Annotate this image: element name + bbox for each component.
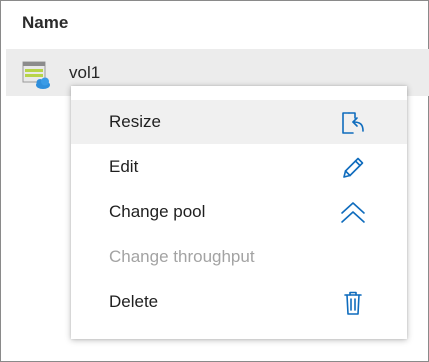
menu-item-delete[interactable]: Delete (71, 280, 407, 324)
column-header-name[interactable]: Name (22, 13, 68, 33)
menu-item-edit[interactable]: Edit (71, 145, 407, 189)
row-name: vol1 (69, 63, 101, 82)
trash-icon (344, 291, 362, 315)
menu-item-label: Change pool (109, 202, 206, 221)
resize-icon (342, 112, 364, 134)
chevron-double-up-icon (341, 202, 365, 223)
pencil-icon (343, 157, 364, 178)
menu-item-change-pool[interactable]: Change pool (71, 190, 407, 234)
menu-item-resize[interactable]: Resize (71, 100, 407, 144)
context-menu: Resize Edit Change pool Change throughpu… (71, 86, 407, 339)
menu-item-label: Delete (109, 292, 159, 311)
menu-item-label: Resize (109, 112, 161, 131)
menu-item-label: Change throughput (109, 247, 255, 266)
menu-item-change-throughput[interactable]: Change throughput (71, 235, 407, 279)
volume-cloud-icon (22, 61, 50, 89)
menu-item-label: Edit (109, 157, 139, 176)
